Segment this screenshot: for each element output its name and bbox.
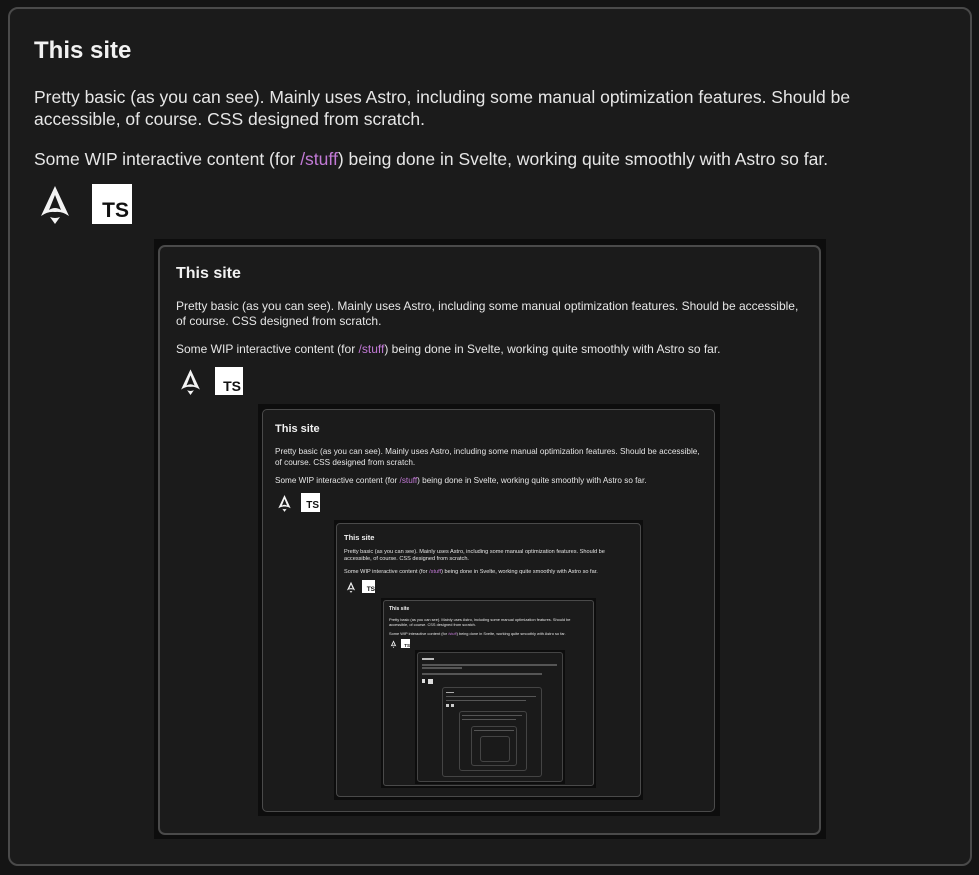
text-line [474, 730, 514, 731]
card-title: This site [389, 606, 410, 612]
typescript-icon: TS [401, 639, 410, 648]
icon-block [446, 704, 449, 707]
card-title: This site [344, 533, 375, 542]
text-line [446, 700, 526, 701]
astro-icon [346, 581, 356, 593]
card-title: This site [176, 265, 241, 282]
typescript-icon: TS [301, 493, 320, 512]
stuff-link[interactable]: /stuff [400, 476, 418, 485]
card-description: Pretty basic (as you can see). Mainly us… [389, 617, 571, 627]
text-line [462, 719, 516, 720]
card-description: Pretty basic (as you can see). Mainly us… [34, 87, 851, 129]
typescript-icon: TS [92, 184, 132, 224]
card-title: This site [34, 37, 132, 64]
astro-icon [179, 368, 202, 395]
card-svelte-note: Some WIP interactive content (for /stuff… [389, 631, 589, 636]
svelte-note-suffix: ) being done in Svelte, working quite sm… [441, 569, 598, 575]
typescript-icon: TS [362, 580, 375, 593]
card-svelte-note: Some WIP interactive content (for /stuff… [275, 476, 700, 487]
svelte-note-prefix: Some WIP interactive content (for [34, 149, 301, 169]
card-svelte-note: Some WIP interactive content (for /stuff… [176, 342, 801, 357]
card-svelte-note: Some WIP interactive content (for /stuff… [344, 569, 634, 576]
typescript-icon: TS [215, 367, 243, 395]
tech-icons: TS [390, 639, 410, 648]
title-line [446, 692, 454, 693]
astro-icon [38, 184, 72, 224]
text-line [422, 667, 462, 669]
title-line [422, 658, 434, 660]
svelte-note-prefix: Some WIP interactive content (for [344, 569, 430, 575]
card-title: This site [275, 423, 320, 435]
screenshot-card: This site Pretty basic (as you can see).… [383, 600, 594, 786]
card-description: Pretty basic (as you can see). Mainly us… [344, 549, 605, 562]
tech-icons: TS [277, 493, 320, 512]
svelte-note-suffix: ) being done in Svelte, working quite sm… [456, 631, 566, 636]
svelte-note-suffix: ) being done in Svelte, working quite sm… [384, 342, 721, 356]
screenshot-card [459, 711, 527, 771]
screenshot-card [480, 736, 510, 762]
icon-block [422, 679, 425, 683]
astro-icon [390, 639, 397, 648]
card-svelte-note: Some WIP interactive content (for /stuff… [34, 148, 939, 170]
tech-icons: TS [346, 580, 375, 593]
text-line [422, 664, 557, 666]
tech-icons: TS [179, 367, 243, 395]
astro-icon [277, 494, 292, 512]
text-line [446, 696, 536, 697]
icon-block [428, 679, 433, 684]
screenshot-card [442, 687, 542, 777]
card-description: Pretty basic (as you can see). Mainly us… [275, 447, 700, 467]
stuff-link[interactable]: /stuff [448, 631, 456, 636]
screenshot-card [471, 726, 517, 766]
screenshot-card [417, 652, 563, 782]
card-description: Pretty basic (as you can see). Mainly us… [176, 299, 799, 328]
svelte-note-prefix: Some WIP interactive content (for [389, 631, 449, 636]
icon-block [451, 704, 454, 707]
text-line [462, 715, 522, 716]
svelte-note-prefix: Some WIP interactive content (for [275, 476, 400, 485]
stuff-link[interactable]: /stuff [300, 149, 338, 169]
text-line [422, 673, 542, 675]
stuff-link[interactable]: /stuff [359, 342, 385, 356]
tech-icons: TS [38, 184, 132, 224]
svelte-note-suffix: ) being done in Svelte, working quite sm… [337, 149, 829, 169]
svelte-note-prefix: Some WIP interactive content (for [176, 342, 359, 356]
svelte-note-suffix: ) being done in Svelte, working quite sm… [417, 476, 647, 485]
stuff-link[interactable]: /stuff [429, 569, 441, 575]
